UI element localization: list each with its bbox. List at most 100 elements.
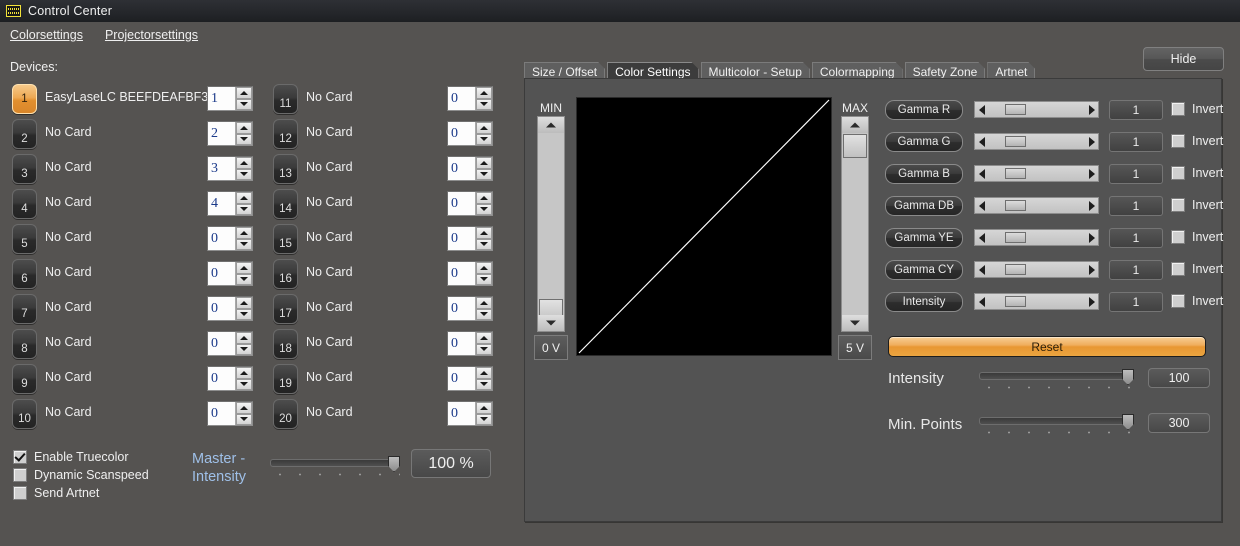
device-button-13[interactable]: 13 xyxy=(273,154,298,184)
device-index-stepper[interactable]: 0 xyxy=(207,226,253,251)
device-index-value[interactable]: 0 xyxy=(208,262,235,285)
intensity-slider-thumb[interactable] xyxy=(1122,369,1134,385)
gamma-slider-thumb[interactable] xyxy=(1005,168,1026,179)
stepper-down-arrow-icon[interactable] xyxy=(476,344,492,356)
stepper-down-arrow-icon[interactable] xyxy=(236,99,252,111)
invert-checkbox[interactable] xyxy=(1171,262,1185,276)
device-button-8[interactable]: 8 xyxy=(12,329,37,359)
device-index-value[interactable]: 0 xyxy=(208,367,235,390)
stepper-up-arrow-icon[interactable] xyxy=(236,332,252,344)
checkbox-dynamic-scanspeed[interactable] xyxy=(13,468,27,482)
device-index-value[interactable]: 0 xyxy=(448,87,475,110)
max-slider-up-arrow-icon[interactable] xyxy=(842,117,868,133)
slider-left-arrow-icon[interactable] xyxy=(975,294,988,309)
intensity-slider[interactable] xyxy=(979,368,1134,390)
menu-item-colorsettings[interactable]: Colorsettings xyxy=(10,28,83,42)
stepper-up-arrow-icon[interactable] xyxy=(476,332,492,344)
device-index-stepper[interactable]: 0 xyxy=(447,156,493,181)
gamma-slider-track[interactable] xyxy=(988,198,1085,213)
master-intensity-slider-track[interactable] xyxy=(270,459,400,467)
stepper-down-arrow-icon[interactable] xyxy=(476,134,492,146)
device-index-stepper[interactable]: 0 xyxy=(447,331,493,356)
device-index-value[interactable]: 2 xyxy=(208,122,235,145)
device-index-stepper[interactable]: 0 xyxy=(207,296,253,321)
max-slider[interactable] xyxy=(841,116,869,332)
stepper-down-arrow-icon[interactable] xyxy=(236,309,252,321)
intensity-slider-track[interactable] xyxy=(979,372,1134,380)
slider-right-arrow-icon[interactable] xyxy=(1085,134,1098,149)
stepper-up-arrow-icon[interactable] xyxy=(236,297,252,309)
gamma-button-gamma-r[interactable]: Gamma R xyxy=(885,100,963,120)
device-index-value[interactable]: 3 xyxy=(208,157,235,180)
gamma-slider[interactable] xyxy=(974,133,1099,150)
stepper-up-arrow-icon[interactable] xyxy=(236,227,252,239)
invert-checkbox-row[interactable]: Invert xyxy=(1171,102,1223,116)
stepper-down-arrow-icon[interactable] xyxy=(476,379,492,391)
device-index-stepper[interactable]: 0 xyxy=(447,191,493,216)
stepper-up-arrow-icon[interactable] xyxy=(236,87,252,99)
slider-left-arrow-icon[interactable] xyxy=(975,230,988,245)
slider-left-arrow-icon[interactable] xyxy=(975,262,988,277)
gamma-slider-thumb[interactable] xyxy=(1005,264,1026,275)
stepper-down-arrow-icon[interactable] xyxy=(476,99,492,111)
stepper-down-arrow-icon[interactable] xyxy=(236,169,252,181)
invert-checkbox-row[interactable]: Invert xyxy=(1171,262,1223,276)
invert-checkbox-row[interactable]: Invert xyxy=(1171,166,1223,180)
stepper-up-arrow-icon[interactable] xyxy=(476,227,492,239)
slider-right-arrow-icon[interactable] xyxy=(1085,230,1098,245)
device-button-18[interactable]: 18 xyxy=(273,329,298,359)
device-index-stepper[interactable]: 0 xyxy=(207,331,253,356)
min-points-slider[interactable] xyxy=(979,413,1134,435)
gamma-slider-track[interactable] xyxy=(988,166,1085,181)
device-button-16[interactable]: 16 xyxy=(273,259,298,289)
gamma-slider[interactable] xyxy=(974,101,1099,118)
device-index-value[interactable]: 0 xyxy=(448,367,475,390)
stepper-up-arrow-icon[interactable] xyxy=(476,87,492,99)
invert-checkbox-row[interactable]: Invert xyxy=(1171,294,1223,308)
device-index-value[interactable]: 4 xyxy=(208,192,235,215)
stepper-up-arrow-icon[interactable] xyxy=(236,192,252,204)
device-index-value[interactable]: 1 xyxy=(208,87,235,110)
option-checkbox-row[interactable]: Send Artnet xyxy=(13,486,99,500)
gamma-slider[interactable] xyxy=(974,261,1099,278)
device-button-11[interactable]: 11 xyxy=(273,84,298,114)
stepper-down-arrow-icon[interactable] xyxy=(476,239,492,251)
gamma-slider-track[interactable] xyxy=(988,262,1085,277)
stepper-up-arrow-icon[interactable] xyxy=(476,192,492,204)
device-index-value[interactable]: 0 xyxy=(208,332,235,355)
stepper-up-arrow-icon[interactable] xyxy=(476,367,492,379)
device-index-stepper[interactable]: 0 xyxy=(207,401,253,426)
gamma-slider[interactable] xyxy=(974,197,1099,214)
device-button-2[interactable]: 2 xyxy=(12,119,37,149)
device-button-10[interactable]: 10 xyxy=(12,399,37,429)
stepper-up-arrow-icon[interactable] xyxy=(476,122,492,134)
stepper-down-arrow-icon[interactable] xyxy=(476,309,492,321)
device-index-stepper[interactable]: 0 xyxy=(447,401,493,426)
device-index-value[interactable]: 0 xyxy=(448,227,475,250)
gamma-slider-thumb[interactable] xyxy=(1005,296,1026,307)
device-index-stepper[interactable]: 0 xyxy=(207,366,253,391)
invert-checkbox[interactable] xyxy=(1171,134,1185,148)
slider-right-arrow-icon[interactable] xyxy=(1085,262,1098,277)
device-index-value[interactable]: 0 xyxy=(448,402,475,425)
stepper-up-arrow-icon[interactable] xyxy=(476,262,492,274)
min-slider-down-arrow-icon[interactable] xyxy=(538,315,564,331)
slider-right-arrow-icon[interactable] xyxy=(1085,294,1098,309)
invert-checkbox[interactable] xyxy=(1171,166,1185,180)
stepper-down-arrow-icon[interactable] xyxy=(236,414,252,426)
invert-checkbox[interactable] xyxy=(1171,294,1185,308)
stepper-up-arrow-icon[interactable] xyxy=(236,157,252,169)
device-index-stepper[interactable]: 1 xyxy=(207,86,253,111)
device-index-value[interactable]: 0 xyxy=(448,192,475,215)
device-index-stepper[interactable]: 0 xyxy=(447,121,493,146)
slider-right-arrow-icon[interactable] xyxy=(1085,198,1098,213)
slider-left-arrow-icon[interactable] xyxy=(975,134,988,149)
device-index-value[interactable]: 0 xyxy=(448,332,475,355)
gamma-button-gamma-b[interactable]: Gamma B xyxy=(885,164,963,184)
min-points-slider-track[interactable] xyxy=(979,417,1134,425)
invert-checkbox[interactable] xyxy=(1171,198,1185,212)
device-button-19[interactable]: 19 xyxy=(273,364,298,394)
slider-left-arrow-icon[interactable] xyxy=(975,166,988,181)
max-slider-thumb[interactable] xyxy=(843,134,867,158)
gamma-slider-track[interactable] xyxy=(988,230,1085,245)
